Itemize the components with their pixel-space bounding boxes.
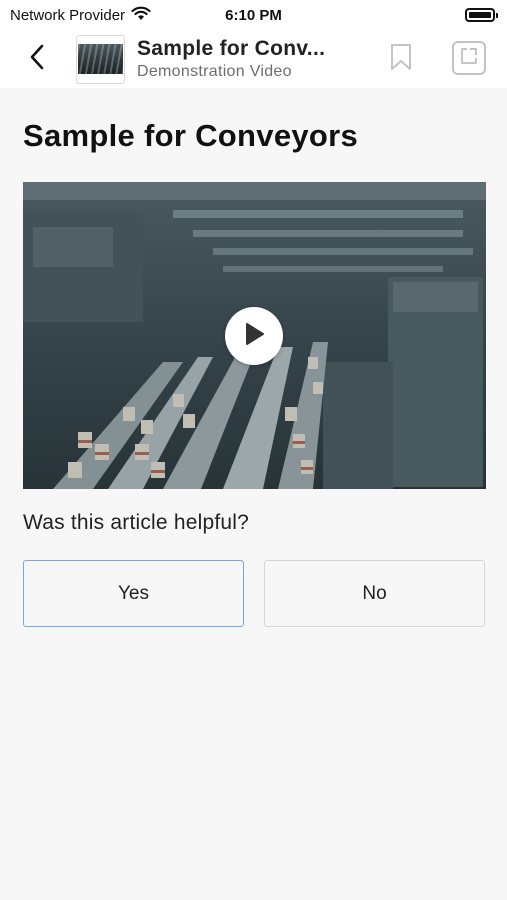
header-bar: Sample for Conv... Demonstration Video [0,30,507,88]
header-title: Sample for Conv... [137,37,326,60]
play-icon [243,322,265,351]
video-player[interactable] [23,182,486,489]
share-button[interactable] [452,41,486,75]
status-left: Network Provider [10,6,151,25]
bookmark-button[interactable] [388,42,414,76]
back-chevron-icon [29,44,45,75]
video-thumbnail [76,34,125,84]
back-button[interactable] [17,39,57,79]
status-bar: Network Provider 6:10 PM [0,0,507,30]
play-button[interactable] [225,307,283,365]
header-text: Sample for Conv... Demonstration Video [137,37,357,81]
yes-button[interactable]: Yes [23,560,244,627]
article-title: Sample for Conveyors [23,118,359,153]
header-subtitle: Demonstration Video [137,63,292,80]
battery-icon [465,8,498,22]
bookmark-icon [390,43,412,76]
thumbnail-image [78,44,123,74]
wifi-icon [131,6,151,25]
no-button[interactable]: No [264,560,485,627]
helpful-question: Was this article helpful? [23,511,249,534]
carrier-label: Network Provider [10,6,126,24]
share-icon [459,46,479,71]
